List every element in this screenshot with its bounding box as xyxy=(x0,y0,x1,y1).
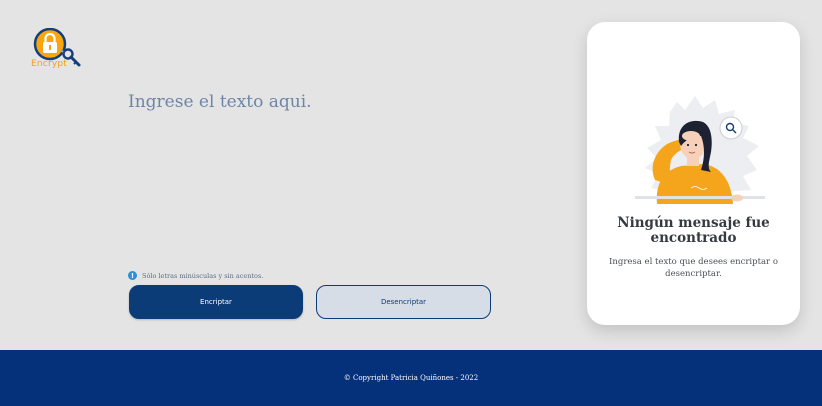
text-input[interactable] xyxy=(128,92,498,252)
hint-text: Sólo letras minúsculas y sin acentos. xyxy=(142,271,264,280)
searching-woman-illustration xyxy=(635,96,765,204)
footer: © Copyright Patricia Quiñones - 2022 xyxy=(0,350,822,406)
input-hint: ! Sólo letras minúsculas y sin acentos. xyxy=(128,271,263,280)
logo-text: Encrypt xyxy=(31,59,68,69)
result-card: Ningún mensaje fue encontrado Ingresa el… xyxy=(587,22,800,325)
card-title: Ningún mensaje fue encontrado xyxy=(617,215,770,246)
encrypt-button[interactable]: Encriptar xyxy=(129,285,303,319)
card-subtitle: Ingresa el texto que desees encriptar o … xyxy=(609,257,778,279)
copyright-text: © Copyright Patricia Quiñones - 2022 xyxy=(343,374,479,382)
decrypt-button[interactable]: Desencriptar xyxy=(316,285,491,319)
info-icon: ! xyxy=(128,271,137,280)
